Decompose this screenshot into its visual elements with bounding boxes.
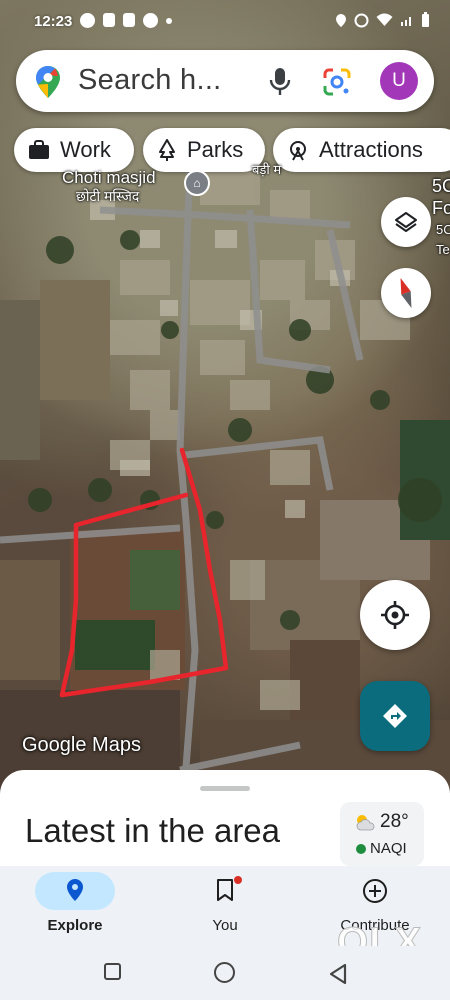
- layers-icon: [395, 212, 417, 232]
- place-label-choti-masjid[interactable]: Choti masjid: [62, 168, 156, 188]
- search-bar[interactable]: Search h... U: [16, 50, 434, 112]
- sheet-title: Latest in the area: [25, 812, 281, 849]
- place-label-right-3: 5C: [436, 222, 450, 237]
- place-label-right-2: Fo: [432, 198, 450, 218]
- wifi-call-icon: [354, 13, 369, 27]
- system-status-icons: [335, 12, 430, 28]
- add-circle-icon: [363, 879, 387, 903]
- compass-icon: [400, 277, 412, 309]
- recents-button[interactable]: [104, 963, 121, 980]
- chip-work[interactable]: Work: [14, 128, 134, 172]
- bookmark-icon: [217, 879, 233, 901]
- status-time: 12:23: [34, 13, 73, 30]
- briefcase-icon: [29, 140, 49, 159]
- more-notifs-dot: [166, 18, 172, 24]
- chip-attractions[interactable]: Attractions: [273, 128, 450, 172]
- weather-card[interactable]: 28° NAQI: [340, 802, 424, 866]
- nav-explore[interactable]: Explore: [0, 866, 150, 946]
- chip-parks[interactable]: Parks: [143, 128, 265, 172]
- bottom-sheet[interactable]: Latest in the area 28° NAQI: [0, 770, 450, 870]
- layers-button[interactable]: [381, 197, 431, 247]
- directions-button[interactable]: [360, 681, 430, 751]
- tree-icon: [159, 139, 175, 161]
- system-navigation-bar: [0, 946, 450, 1000]
- status-bar: 12:23: [0, 0, 450, 42]
- search-input[interactable]: Search h...: [78, 64, 222, 97]
- weather-temperature: 28°: [380, 811, 409, 832]
- mosque-poi-icon[interactable]: ⌂: [184, 170, 210, 196]
- location-status-icon: [336, 13, 346, 27]
- compass-button[interactable]: [381, 268, 431, 318]
- sim-icon: [123, 13, 135, 27]
- mic-icon[interactable]: [269, 67, 291, 97]
- place-label-right-4: Te: [436, 242, 450, 257]
- messenger-icon: [80, 13, 95, 28]
- chip-work-label: Work: [60, 137, 111, 162]
- satellite-map[interactable]: [0, 0, 450, 800]
- place-label-right-1: 5C: [432, 176, 450, 196]
- nav-you-label: You: [212, 917, 238, 934]
- google-lens-icon[interactable]: [322, 67, 352, 97]
- nav-you[interactable]: You: [150, 866, 300, 946]
- home-button[interactable]: [214, 962, 235, 983]
- back-button[interactable]: [328, 963, 348, 985]
- aqi-status-dot: [356, 844, 366, 854]
- partly-cloudy-icon: [356, 815, 375, 831]
- sheet-drag-handle[interactable]: [200, 786, 250, 791]
- phone-icon: [143, 13, 158, 28]
- google-maps-pin-icon: [36, 66, 60, 98]
- signal-icon: [401, 17, 411, 26]
- wifi-icon: [376, 13, 393, 26]
- explore-pin-icon: [67, 879, 83, 901]
- notification-dot: [234, 876, 242, 884]
- directions-icon: [383, 704, 407, 728]
- chip-parks-label: Parks: [187, 137, 244, 162]
- place-label-choti-masjid-hindi[interactable]: छोटी मस्जिद: [76, 187, 139, 206]
- account-avatar[interactable]: U: [380, 62, 418, 100]
- notification-icons: [80, 13, 172, 28]
- briefcase-notif-icon: [103, 13, 115, 27]
- google-maps-watermark: Google Maps: [22, 734, 141, 756]
- map-imagery: [0, 159, 450, 800]
- attraction-icon: [290, 141, 306, 161]
- nav-explore-label: Explore: [47, 917, 103, 934]
- place-label-badi[interactable]: बड़ी म: [252, 160, 281, 178]
- battery-icon: [422, 12, 429, 27]
- my-location-button[interactable]: [360, 580, 430, 650]
- crosshair-icon: [381, 601, 409, 629]
- aqi-label: NAQI: [370, 840, 407, 857]
- chip-attractions-label: Attractions: [319, 137, 423, 162]
